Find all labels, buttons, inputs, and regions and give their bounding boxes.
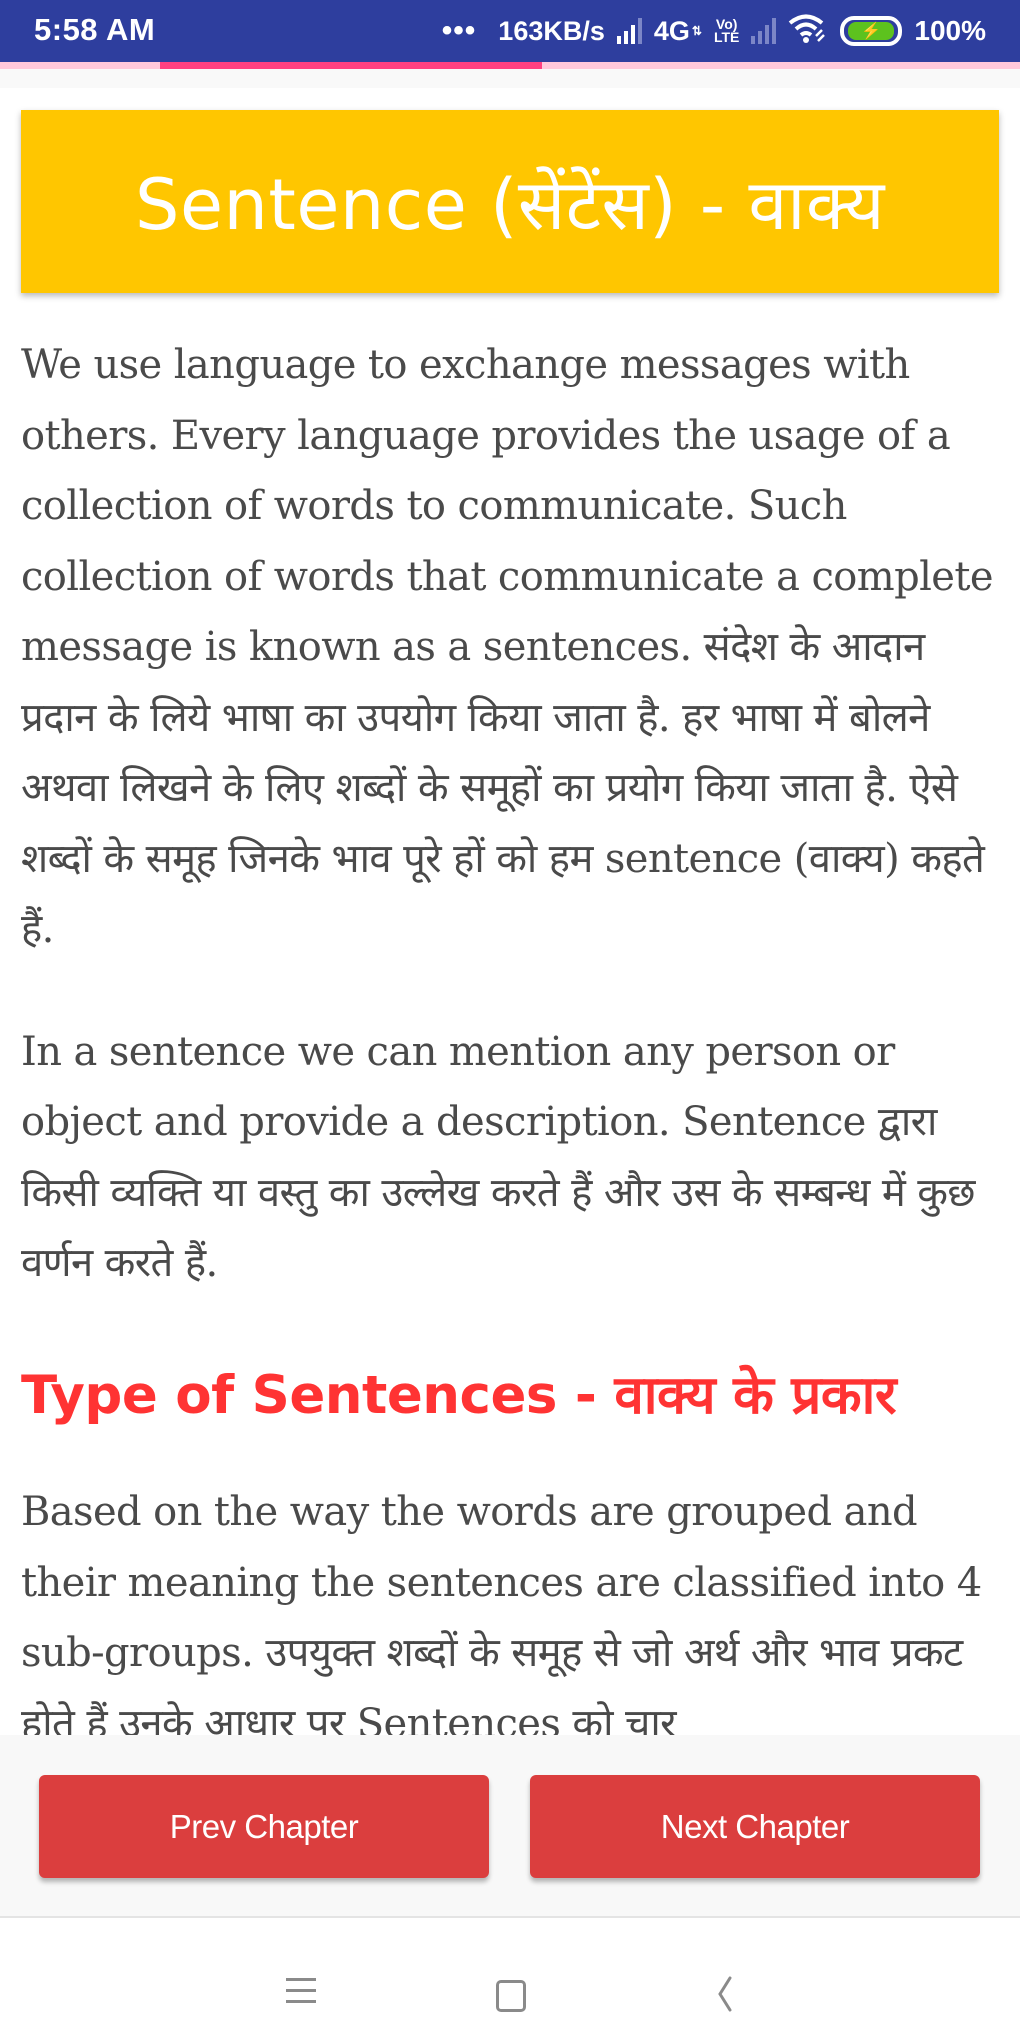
signal-icon xyxy=(616,18,642,44)
loading-progress-bar xyxy=(0,62,1020,69)
paragraph-intro: We use language to exchange messages wit… xyxy=(21,342,994,952)
battery-charging-icon: ⚡ xyxy=(840,16,903,46)
paragraph-types: Based on the way the words are grouped a… xyxy=(21,1489,982,1735)
home-icon[interactable] xyxy=(496,1980,526,2012)
chapter-title-card: Sentence (सेंटेंस) - वाक्य xyxy=(21,110,999,293)
overflow-notifications-icon: ••• xyxy=(441,14,477,47)
loading-progress-segment xyxy=(160,62,542,69)
status-time: 5:58 AM xyxy=(34,12,156,47)
charging-bolt-icon: ⚡ xyxy=(848,22,895,40)
volte-bottom-label: LTE xyxy=(713,29,740,45)
section-heading: Type of Sentences - वाक्य के प्रकार xyxy=(21,1365,897,1426)
no-signal-icon xyxy=(751,18,777,44)
toolbar-strip xyxy=(0,69,1020,88)
chapter-navigation-bar: Prev Chapter Next Chapter xyxy=(0,1735,1020,1918)
back-icon[interactable] xyxy=(714,1976,736,2012)
status-icons: ••• 163KB/s 4G ⇅ Vo) LTE ⚡ 100% xyxy=(442,10,986,52)
battery-percent: 100% xyxy=(914,15,986,46)
4g-icon: 4G ⇅ xyxy=(654,16,702,47)
next-chapter-button[interactable]: Next Chapter xyxy=(530,1775,980,1878)
wifi-icon xyxy=(788,12,828,51)
system-navigation-bar xyxy=(0,1918,1020,2040)
network-speed: 163KB/s xyxy=(498,15,605,46)
chapter-content: We use language to exchange messages wit… xyxy=(21,330,1006,1299)
network-type-label: 4G xyxy=(653,15,690,46)
status-bar: 5:58 AM ••• 163KB/s 4G ⇅ Vo) LTE ⚡ 100% xyxy=(0,0,1020,62)
section-content: Based on the way the words are grouped a… xyxy=(21,1477,1006,1735)
paragraph-description: In a sentence we can mention any person … xyxy=(21,1028,975,1287)
data-arrows-icon: ⇅ xyxy=(691,24,702,38)
chapter-title: Sentence (सेंटेंस) - वाक्य xyxy=(135,163,885,246)
menu-icon[interactable] xyxy=(286,1978,316,2011)
prev-chapter-button[interactable]: Prev Chapter xyxy=(39,1775,489,1878)
volte-icon: Vo) LTE xyxy=(713,17,740,45)
